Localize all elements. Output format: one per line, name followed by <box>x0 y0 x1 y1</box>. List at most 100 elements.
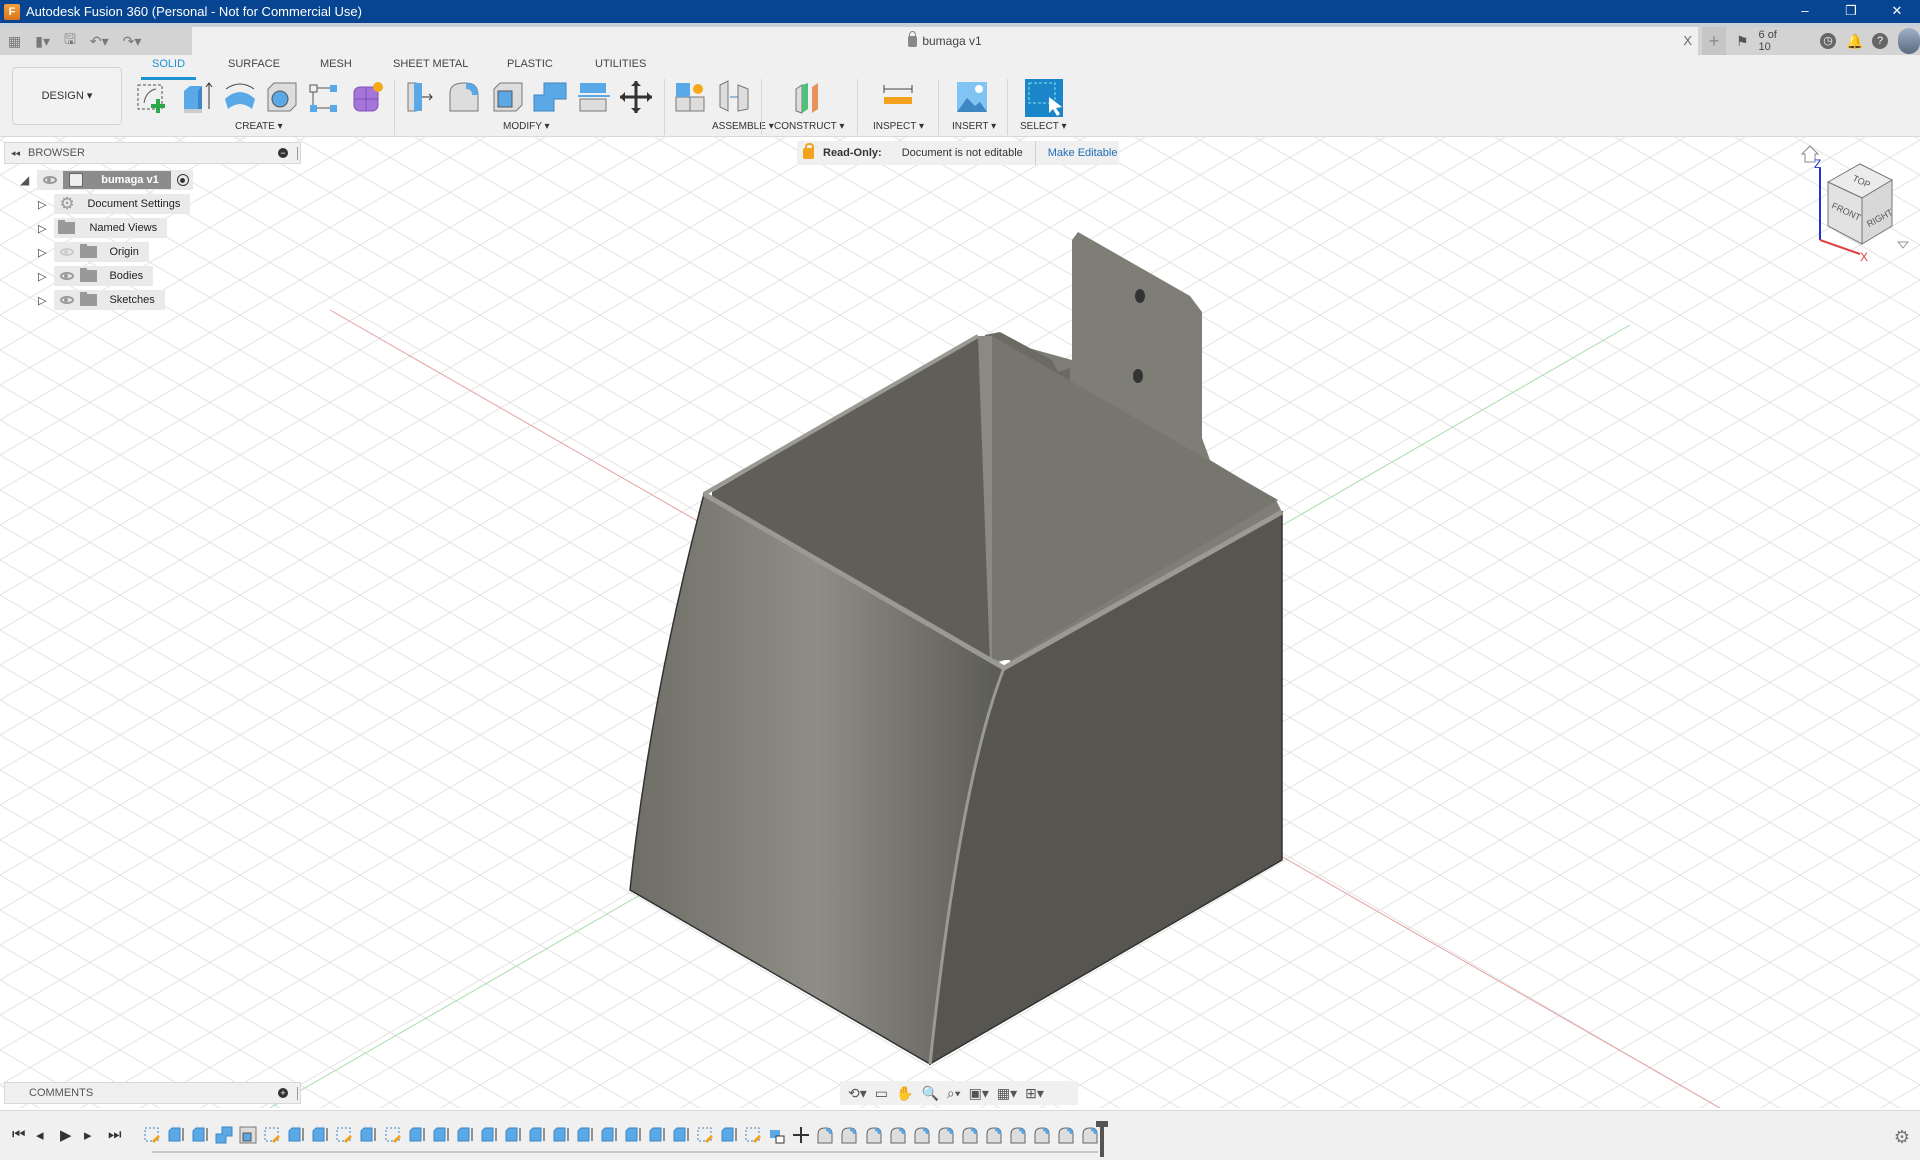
orbit-icon[interactable]: ⟲▾ <box>848 1085 867 1102</box>
help-icon[interactable]: ? <box>1872 33 1889 49</box>
clock-icon[interactable]: ◷ <box>1820 33 1837 49</box>
close-window-button[interactable]: ✕ <box>1874 0 1920 23</box>
revolve-icon[interactable] <box>222 79 258 115</box>
next-step-button[interactable]: ▸ <box>84 1126 92 1144</box>
timeline-feature-extrude[interactable] <box>552 1126 570 1144</box>
browser-item-origin[interactable]: ▷ Origin <box>38 242 149 262</box>
select-icon[interactable] <box>1025 79 1063 117</box>
tab-surface[interactable]: SURFACE <box>228 58 280 76</box>
timeline-feature-extrude[interactable] <box>191 1126 209 1144</box>
timeline-feature-fillet[interactable] <box>1033 1126 1051 1144</box>
viewcube-menu-icon[interactable] <box>1896 241 1910 249</box>
restore-button[interactable]: ❐ <box>1828 0 1874 23</box>
redo-icon[interactable]: ↷▾ <box>123 33 142 50</box>
browser-root[interactable]: ◢ bumaga v1 <box>20 170 193 190</box>
timeline-feature-extrude[interactable] <box>287 1126 305 1144</box>
timeline-feature-fillet[interactable] <box>816 1126 834 1144</box>
extrude-icon[interactable] <box>178 79 214 115</box>
timeline-feature-extrude[interactable] <box>456 1126 474 1144</box>
timeline-feature-fillet[interactable] <box>961 1126 979 1144</box>
create-menu[interactable]: CREATE ▾ <box>235 121 283 132</box>
timeline-feature-extrude[interactable] <box>504 1126 522 1144</box>
model-canvas[interactable] <box>0 137 1920 1108</box>
panel-resize-handle[interactable] <box>297 1087 298 1100</box>
save-icon[interactable]: 🖫 <box>64 29 76 53</box>
pattern-icon[interactable] <box>306 79 342 115</box>
timeline-feature-combine[interactable] <box>215 1126 233 1144</box>
timeline-feature-move[interactable] <box>792 1126 810 1144</box>
app-grid-icon[interactable]: ▦ <box>8 33 21 50</box>
expand-triangle-icon[interactable]: ▷ <box>38 270 46 283</box>
go-to-start-button[interactable]: ⏮ <box>12 1126 26 1143</box>
timeline-feature-fillet[interactable] <box>1057 1126 1075 1144</box>
timeline-feature-fillet[interactable] <box>913 1126 931 1144</box>
inspect-menu[interactable]: INSPECT ▾ <box>873 121 924 132</box>
offset-face-icon[interactable] <box>576 79 612 115</box>
add-comment-icon[interactable]: + <box>278 1088 288 1098</box>
tab-mesh[interactable]: MESH <box>320 58 352 76</box>
joint-icon[interactable] <box>716 79 752 115</box>
timeline-feature-extrude[interactable] <box>311 1126 329 1144</box>
browser-item-bodies[interactable]: ▷ Bodies <box>38 266 154 286</box>
timeline-feature-fillet[interactable] <box>1081 1126 1099 1144</box>
timeline-feature-extrude[interactable] <box>672 1126 690 1144</box>
timeline-feature-fillet[interactable] <box>865 1126 883 1144</box>
previous-step-button[interactable]: ◂ <box>36 1126 44 1144</box>
zoom-icon[interactable]: 🔍 <box>921 1085 938 1102</box>
activate-radio-icon[interactable] <box>176 174 189 186</box>
fit-icon[interactable]: ⌕▾ <box>947 1085 961 1102</box>
pan-icon[interactable]: ✋ <box>896 1085 913 1102</box>
tab-plastic[interactable]: PLASTIC <box>507 58 553 76</box>
job-status-icon[interactable]: ⚑ <box>1736 33 1749 50</box>
timeline-feature-extrude[interactable] <box>359 1126 377 1144</box>
tab-solid[interactable]: SOLID <box>140 58 197 80</box>
create-sketch-icon[interactable] <box>134 79 170 115</box>
create-form-icon[interactable] <box>350 79 386 115</box>
timeline-feature-extrude[interactable] <box>480 1126 498 1144</box>
combine-icon[interactable] <box>532 79 568 115</box>
timeline-feature-fillet[interactable] <box>1009 1126 1027 1144</box>
timeline-feature-extrude[interactable] <box>528 1126 546 1144</box>
fillet-icon[interactable] <box>446 79 482 115</box>
go-to-end-button[interactable]: ⏭ <box>108 1126 122 1143</box>
tab-sheet-metal[interactable]: SHEET METAL <box>393 58 468 76</box>
timeline-feature-sketch[interactable] <box>263 1126 281 1144</box>
expand-triangle-icon[interactable]: ▷ <box>38 246 46 259</box>
make-editable-button[interactable]: Make Editable <box>1048 147 1118 159</box>
visibility-eye-icon[interactable] <box>43 176 58 184</box>
look-at-icon[interactable]: ▭ <box>875 1085 888 1102</box>
tab-utilities[interactable]: UTILITIES <box>595 58 646 76</box>
new-component-icon[interactable] <box>672 79 708 115</box>
user-avatar[interactable] <box>1898 28 1920 54</box>
minimize-button[interactable]: – <box>1782 0 1828 23</box>
browser-panel-header[interactable]: ◂◂ BROWSER − <box>4 142 301 164</box>
insert-image-icon[interactable] <box>954 79 990 115</box>
panel-resize-handle[interactable] <box>297 147 298 160</box>
play-button[interactable]: ▶ <box>60 1126 72 1144</box>
pin-icon[interactable]: − <box>278 148 288 158</box>
timeline-feature-extrude[interactable] <box>720 1126 738 1144</box>
comments-panel[interactable]: COMMENTS + <box>4 1082 301 1104</box>
viewports-icon[interactable]: ⊞▾ <box>1025 1085 1044 1102</box>
expand-triangle-icon[interactable]: ▷ <box>38 198 46 211</box>
construct-menu[interactable]: CONSTRUCT ▾ <box>774 121 844 132</box>
timeline-feature-shell[interactable] <box>239 1126 257 1144</box>
select-menu[interactable]: SELECT ▾ <box>1020 121 1067 132</box>
insert-menu[interactable]: INSERT ▾ <box>952 121 996 132</box>
timeline-feature-sketch[interactable] <box>143 1126 161 1144</box>
timeline-feature-extrude[interactable] <box>624 1126 642 1144</box>
construct-plane-icon[interactable] <box>790 79 826 115</box>
timeline-feature-extrude[interactable] <box>408 1126 426 1144</box>
timeline-feature-move-copy[interactable] <box>768 1126 786 1144</box>
timeline-marker[interactable] <box>1096 1121 1108 1157</box>
document-tab[interactable]: bumaga v1 X <box>192 27 1698 55</box>
collapse-panel-icon[interactable]: ◂◂ <box>11 148 20 159</box>
timeline-feature-extrude[interactable] <box>600 1126 618 1144</box>
undo-icon[interactable]: ↶▾ <box>90 33 109 50</box>
press-pull-icon[interactable] <box>404 79 440 115</box>
visibility-eye-icon[interactable] <box>60 272 75 280</box>
move-copy-icon[interactable] <box>618 79 654 115</box>
timeline-feature-sketch[interactable] <box>335 1126 353 1144</box>
timeline-feature-extrude[interactable] <box>576 1126 594 1144</box>
hole-icon[interactable] <box>264 79 300 115</box>
